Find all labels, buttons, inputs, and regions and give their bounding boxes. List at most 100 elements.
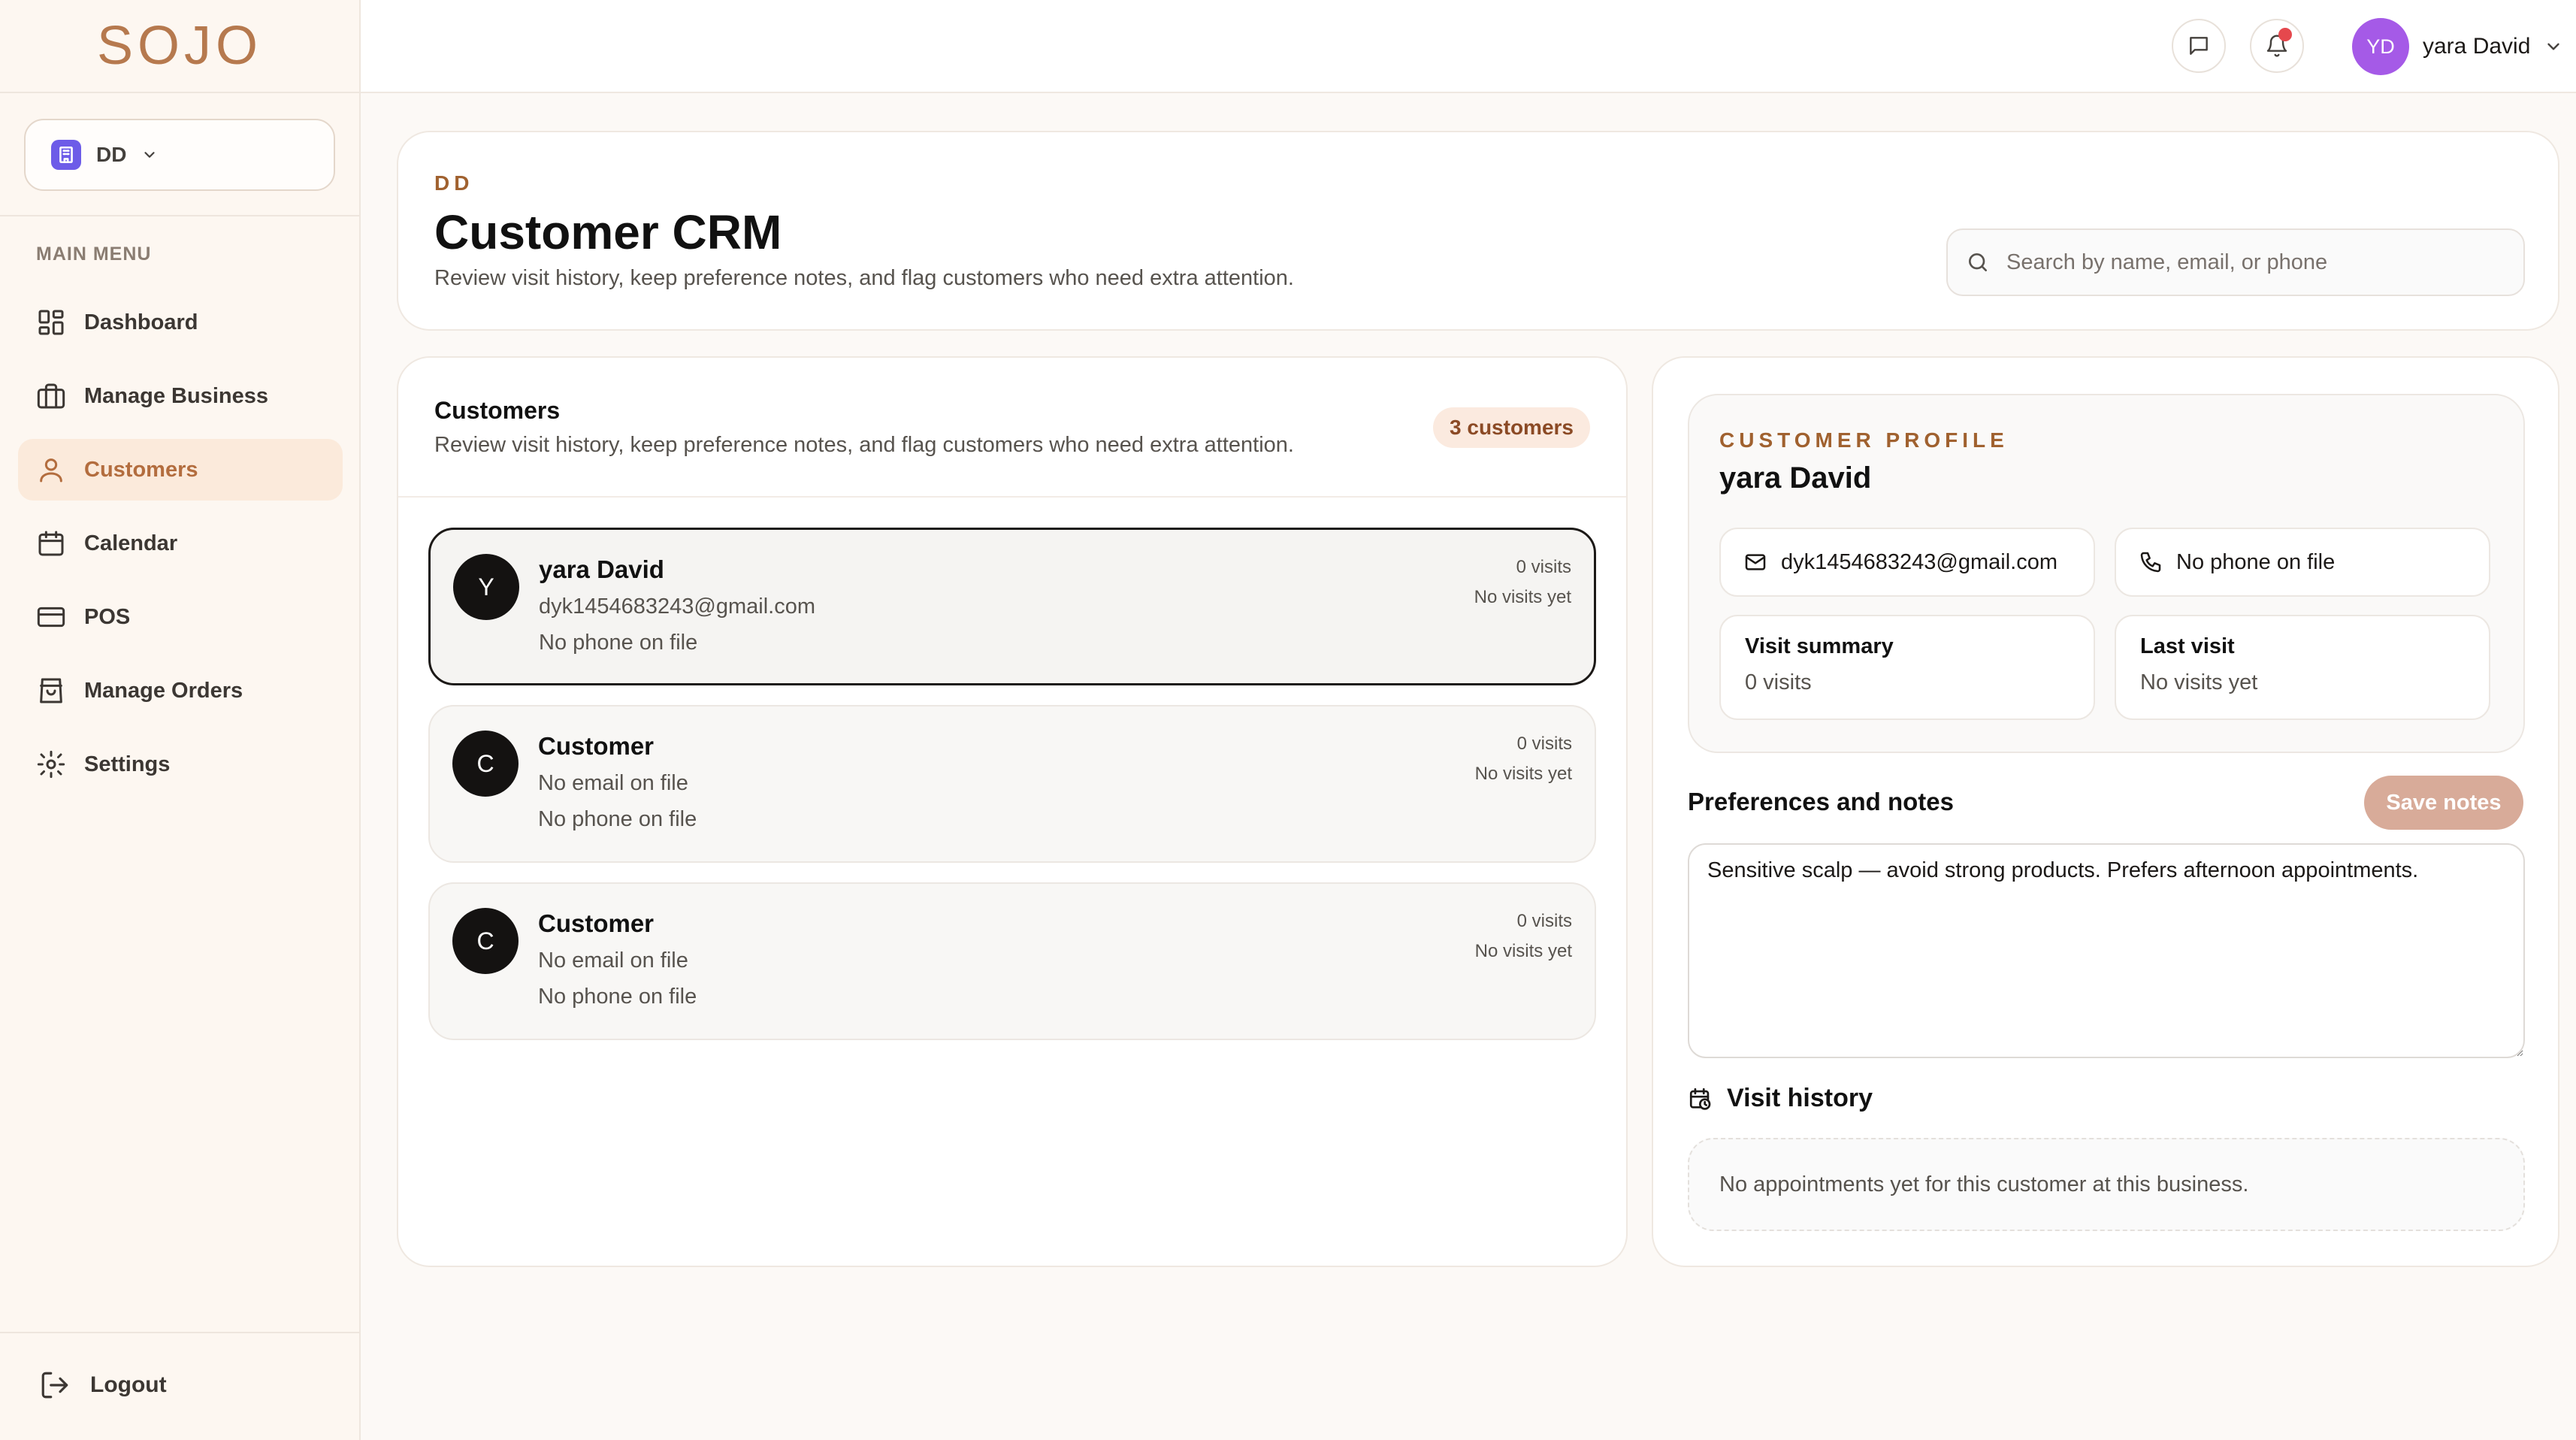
dashboard-icon — [38, 310, 64, 335]
last-visit-box: Last visit No visits yet — [2115, 615, 2490, 720]
main-menu: Dashboard Manage Business Customers Cale… — [18, 292, 343, 807]
customer-phone: No phone on file — [538, 807, 697, 831]
last-visit-value: No visits yet — [2140, 670, 2258, 694]
visit-summary-value: 0 visits — [1745, 670, 1812, 694]
user-menu[interactable]: YD yara David — [2352, 18, 2563, 75]
logo[interactable]: SOJO — [0, 0, 359, 93]
last-visit: No visits yet — [1474, 764, 1572, 784]
customer-phone: No phone on file — [539, 631, 698, 655]
sidebar-item-label: POS — [84, 604, 131, 629]
save-notes-button[interactable]: Save notes — [2364, 776, 2523, 830]
business-eyebrow: DD — [434, 171, 474, 195]
customer-row[interactable]: C Customer No email on file No phone on … — [428, 882, 1596, 1040]
customer-row[interactable]: Y yara David dyk1454683243@gmail.com No … — [428, 528, 1596, 685]
chevron-down-icon — [144, 152, 156, 158]
logout-label: Logout — [90, 1372, 167, 1397]
last-visit: No visits yet — [1474, 941, 1572, 961]
customer-name: yara David — [539, 555, 664, 583]
sidebar-item-label: Manage Business — [84, 383, 268, 408]
sidebar-item-manage-business[interactable]: Manage Business — [18, 365, 343, 427]
customer-name: Customer — [538, 909, 655, 937]
sidebar-divider — [0, 215, 359, 216]
customer-profile-card: CUSTOMER PROFILE yara David dyk145468324… — [1652, 356, 2559, 1267]
customer-visit-stats: 0 visits No visits yet — [1475, 729, 1572, 789]
list-divider — [398, 496, 1626, 498]
page-header-card: DD Customer CRM Review visit history, ke… — [397, 131, 2559, 331]
notifications-button[interactable] — [2250, 19, 2304, 73]
visit-count: 0 visits — [1516, 911, 1572, 931]
profile-summary: CUSTOMER PROFILE yara David dyk145468324… — [1688, 394, 2525, 753]
topbar: YD yara David — [361, 0, 2576, 93]
business-switcher[interactable]: DD — [24, 119, 335, 191]
sidebar-item-dashboard[interactable]: Dashboard — [18, 292, 343, 353]
mail-icon — [1745, 554, 1766, 570]
sidebar-item-manage-orders[interactable]: Manage Orders — [18, 660, 343, 722]
search-box[interactable] — [1946, 228, 2525, 296]
customer-count-badge: 3 customers — [1433, 407, 1590, 448]
customer-visit-stats: 0 visits No visits yet — [1474, 552, 1571, 613]
sidebar-item-label: Calendar — [84, 531, 178, 555]
customer-visit-stats: 0 visits No visits yet — [1475, 906, 1572, 967]
search-icon — [1969, 253, 1987, 271]
notes-textarea[interactable]: Sensitive scalp — avoid strong products.… — [1688, 843, 2525, 1058]
customer-row[interactable]: C Customer No email on file No phone on … — [428, 705, 1596, 863]
notification-dot — [2278, 28, 2292, 41]
profile-phone-text: No phone on file — [2176, 549, 2336, 574]
customers-subtitle: Review visit history, keep preference no… — [434, 433, 1294, 457]
briefcase-icon — [37, 383, 65, 409]
message-icon — [2190, 37, 2208, 55]
customer-phone: No phone on file — [538, 985, 697, 1009]
sidebar-item-label: Settings — [84, 752, 171, 776]
sidebar-item-label: Dashboard — [84, 310, 198, 334]
customer-avatar: C — [452, 731, 519, 797]
sidebar-item-label: Customers — [84, 457, 198, 482]
profile-phone: No phone on file — [2115, 528, 2490, 597]
customer-email: No email on file — [538, 771, 688, 795]
customer-email: dyk1454683243@gmail.com — [539, 594, 815, 619]
preferences-title: Preferences and notes — [1688, 788, 1954, 815]
profile-email[interactable]: dyk1454683243@gmail.com — [1719, 528, 2095, 597]
customer-email: No email on file — [538, 948, 688, 973]
messages-button[interactable] — [2172, 19, 2226, 73]
profile-eyebrow: CUSTOMER PROFILE — [1719, 428, 2009, 452]
logout-button[interactable]: Logout — [39, 1369, 167, 1401]
customer-avatar: Y — [453, 554, 519, 620]
logout-icon — [41, 1372, 68, 1399]
business-label: DD — [96, 143, 127, 166]
avatar: YD — [2352, 18, 2409, 75]
user-name: yara David — [2423, 34, 2531, 59]
profile-email-text: dyk1454683243@gmail.com — [1781, 549, 2057, 574]
gear-icon — [37, 750, 65, 779]
credit-card-icon — [37, 607, 65, 628]
customers-title: Customers — [434, 397, 561, 424]
visit-count: 0 visits — [1516, 557, 1571, 577]
phone-icon — [2140, 552, 2161, 573]
calendar-clock-icon — [1689, 1088, 1711, 1110]
calendar-icon — [38, 531, 64, 556]
sidebar-item-calendar[interactable]: Calendar — [18, 513, 343, 574]
visit-history-heading: Visit history — [1688, 1084, 1873, 1113]
page-title: Customer CRM — [434, 205, 782, 259]
shopping-bag-icon — [40, 678, 62, 703]
user-icon — [40, 458, 62, 483]
sidebar-item-settings[interactable]: Settings — [18, 734, 343, 795]
sidebar-item-pos[interactable]: POS — [18, 586, 343, 648]
customer-avatar: C — [452, 908, 519, 974]
page-subtitle: Review visit history, keep preference no… — [434, 266, 1294, 290]
visit-history-title: Visit history — [1727, 1084, 1873, 1112]
visit-count: 0 visits — [1516, 734, 1572, 754]
sidebar: SOJO DD MAIN MENU Dashboard Manage Busin… — [0, 0, 361, 1440]
last-visit-title: Last visit — [2140, 634, 2235, 658]
menu-heading: MAIN MENU — [36, 244, 152, 265]
visit-summary-box: Visit summary 0 visits — [1719, 615, 2095, 720]
sidebar-item-label: Manage Orders — [84, 678, 243, 703]
search-input[interactable] — [2006, 250, 2502, 275]
sidebar-item-customers[interactable]: Customers — [18, 439, 343, 501]
visit-history-empty-state: No appointments yet for this customer at… — [1688, 1138, 2525, 1231]
customer-name: Customer — [538, 732, 655, 760]
sidebar-bottom-divider — [0, 1332, 359, 1333]
profile-name: yara David — [1719, 461, 1872, 495]
customers-list-card: Customers Review visit history, keep pre… — [397, 356, 1628, 1267]
chevron-down-icon — [2547, 43, 2560, 50]
app-root: SOJO DD MAIN MENU Dashboard Manage Busin… — [0, 0, 2576, 1440]
